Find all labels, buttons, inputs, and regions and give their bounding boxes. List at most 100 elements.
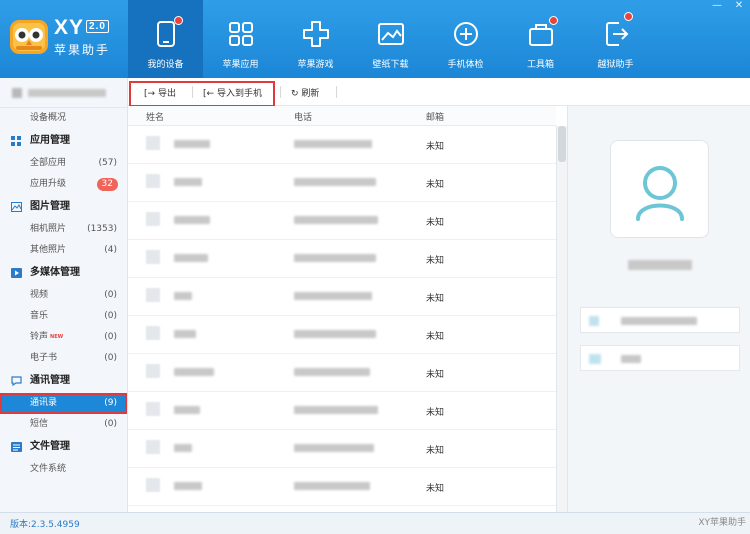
refresh-button[interactable]: ↻ 刷新 [291,86,319,99]
nav-jailbreak[interactable]: 越狱助手 [578,0,653,78]
chat-bubble-icon [11,376,22,386]
nav-my-device[interactable]: 我的设备 [128,0,203,78]
contact-email: 未知 [426,370,445,380]
contact-name-blurred [174,292,192,300]
nav-notification-dot [624,12,633,21]
contact-phone-blurred [294,330,376,338]
sidebar-item-overview[interactable]: 设备概况 [0,108,127,129]
phone-value-blurred [621,317,697,325]
section-title: 应用管理 [30,135,70,146]
column-header-name[interactable]: 姓名 [146,110,164,123]
table-row[interactable]: 未知 [128,354,556,392]
sidebar-item-video[interactable]: 视频 (0) [0,285,127,306]
sidebar-item-ebook[interactable]: 电子书 (0) [0,348,127,369]
nav-label: 苹果游戏 [297,60,334,70]
item-count: (4) [104,245,117,255]
sidebar-item-camera-photos[interactable]: 相机照片 (1353) [0,219,127,240]
minimize-button[interactable]: — [706,0,728,14]
device-profile[interactable] [0,78,127,108]
contact-name-blurred [174,178,202,186]
sidebar-item-label: 应用升级 [30,179,67,189]
import-to-phone-button[interactable]: [← 导入到手机 [203,86,262,99]
contact-name-blurred [174,368,214,376]
table-row[interactable]: 未知 [128,468,556,506]
nav-apple-games[interactable]: 苹果游戏 [278,0,353,78]
contact-phone-blurred [294,368,370,376]
group-value-blurred [621,355,641,363]
table-row[interactable]: 未知 [128,316,556,354]
apps-grid-icon [11,136,21,146]
import-label: 导入到手机 [216,89,262,99]
picture-icon [11,202,22,212]
contacts-table: 姓名 电话 邮箱 未知 未知 未知 未知 未知 未知 未知 未知 未知 未知 [128,106,556,512]
brand-title-text: XY [54,16,85,39]
section-title: 多媒体管理 [30,267,80,278]
contact-avatar-blurred [146,174,160,188]
sidebar-item-other-photos[interactable]: 其他照片 (4) [0,240,127,261]
table-row[interactable]: 未知 [128,240,556,278]
contact-avatar-blurred [146,250,160,264]
item-count: (0) [104,419,117,429]
table-row[interactable]: 未知 [128,392,556,430]
sidebar-item-all-apps[interactable]: 全部应用 (57) [0,153,127,174]
scrollbar-thumb[interactable] [558,126,566,162]
brand-subtitle: 苹果助手 [54,43,111,57]
contact-email: 未知 [426,256,445,266]
contact-avatar-blurred [146,364,160,378]
contact-phone-blurred [294,292,372,300]
contact-phone-blurred [294,140,372,148]
sidebar-item-label: 其他照片 [30,245,67,255]
import-icon: [← [203,89,215,99]
table-row[interactable]: 未知 [128,202,556,240]
nav-phone-check[interactable]: 手机体检 [428,0,503,78]
main-nav: 我的设备 苹果应用 苹果游戏 壁纸下载 手机体检 工具箱 越狱助手 [128,0,653,78]
column-header-phone[interactable]: 电话 [294,110,312,123]
table-row[interactable]: 未知 [128,278,556,316]
table-row[interactable]: 未知 [128,430,556,468]
sidebar-item-label: 铃声 [30,332,49,342]
sidebar-item-contacts[interactable]: 通讯录 (9) [0,393,127,414]
sidebar-item-sms[interactable]: 短信 (0) [0,414,127,435]
toolbar-divider [192,86,193,98]
table-scrollbar[interactable] [556,126,567,512]
wallpaper-picture-icon [378,23,404,45]
contact-email: 未知 [426,446,445,456]
section-title: 图片管理 [30,201,70,212]
table-row[interactable]: 未知 [128,126,556,164]
contact-avatar-blurred [146,212,160,226]
contact-phone-card [580,307,740,333]
sidebar-item-app-upgrade[interactable]: 应用升级 32 [0,174,127,195]
table-row[interactable]: 未知 [128,164,556,202]
exit-arrow-icon [606,22,629,46]
item-count: (57) [98,158,117,168]
sidebar-item-ringtone[interactable]: 铃声 NEW (0) [0,327,127,348]
contact-email: 未知 [426,180,445,190]
brand-version: 2.0 [86,20,109,33]
sidebar-item-file-system[interactable]: 文件系统 [0,459,127,480]
nav-notification-dot [174,16,183,25]
item-count: (0) [104,311,117,321]
column-header-email[interactable]: 邮箱 [426,110,444,123]
sidebar-item-label: 通讯录 [30,398,58,408]
contact-email: 未知 [426,332,445,342]
contact-avatar [610,140,709,238]
watermark-text: XY苹果助手 [698,518,746,528]
contact-name-blurred [174,330,196,338]
close-button[interactable]: ✕ [728,0,750,14]
sidebar-item-label: 电子书 [30,353,58,363]
sidebar-item-music[interactable]: 音乐 (0) [0,306,127,327]
export-icon: [→ [144,89,156,99]
nav-wallpaper[interactable]: 壁纸下载 [353,0,428,78]
device-avatar [12,88,22,98]
item-count: (9) [104,398,117,408]
contact-name-blurred [628,260,692,270]
contact-phone-blurred [294,406,378,414]
sidebar-item-label: 全部应用 [30,158,67,168]
nav-apple-apps[interactable]: 苹果应用 [203,0,278,78]
refresh-icon: ↻ [291,89,299,99]
nav-toolbox[interactable]: 工具箱 [503,0,578,78]
table-body: 未知 未知 未知 未知 未知 未知 未知 未知 未知 未知 [128,126,556,506]
toolbar-divider [280,86,281,98]
export-button[interactable]: [→ 导出 [144,86,176,99]
table-header: 姓名 电话 邮箱 [128,106,556,126]
